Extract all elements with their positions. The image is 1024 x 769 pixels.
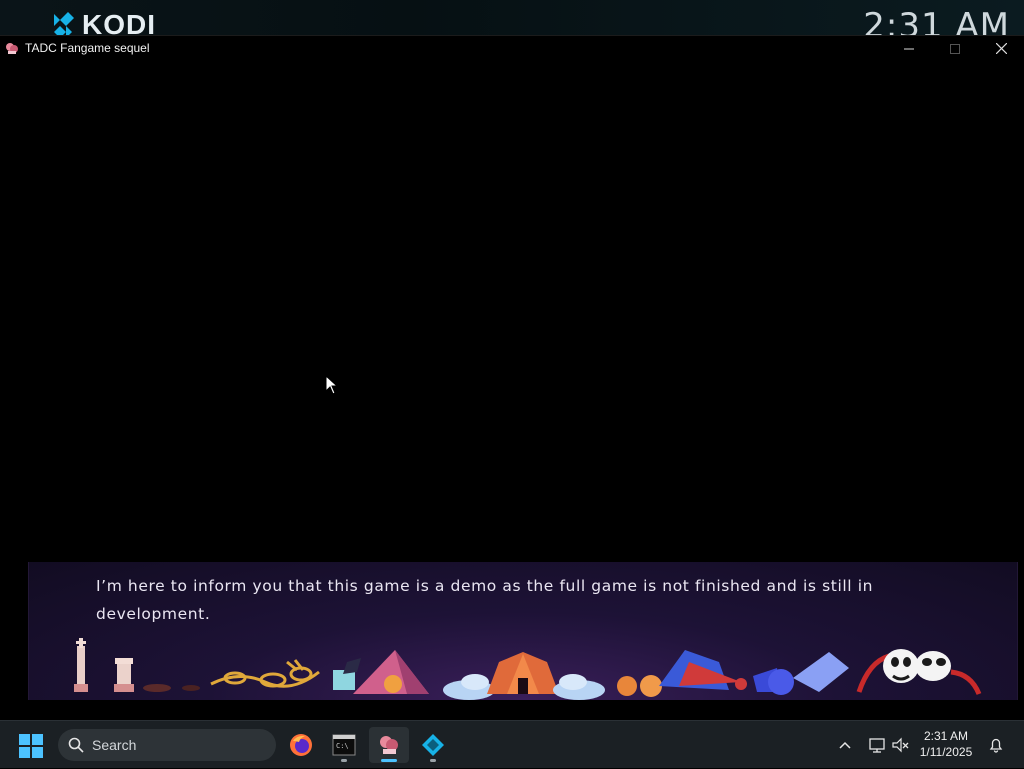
taskbar-app-tadc-fangame[interactable]: [369, 727, 409, 763]
minimize-icon: [904, 48, 914, 49]
taskbar: Search C:\ 2:31 AM 1/11/2025: [0, 720, 1024, 768]
close-icon: [995, 43, 1007, 54]
window-controls: [886, 36, 1024, 61]
comedy-tragedy-masks-icon: [856, 649, 982, 696]
network-status[interactable]: [867, 735, 887, 755]
golden-chain-icon: [210, 659, 320, 688]
chess-rook-icon: [114, 658, 134, 692]
toy-box-icon: [333, 658, 361, 690]
kodi-logo: KODI: [50, 9, 156, 37]
kodi-background: KODI 2:31 AM: [0, 0, 1024, 36]
volume-muted-icon: [892, 737, 909, 753]
taskbar-search-box[interactable]: Search: [58, 729, 276, 761]
circus-tent-icon: [443, 652, 605, 700]
show-hidden-icons-button[interactable]: [835, 735, 855, 755]
clock-date: 1/11/2025: [919, 745, 973, 759]
circus-props-decoration: [74, 638, 982, 700]
network-icon: [869, 738, 885, 753]
tadc-game-icon: [380, 736, 398, 754]
window-title: TADC Fangame sequel: [25, 41, 150, 55]
volume-status[interactable]: [891, 735, 911, 755]
taskbar-app-terminal[interactable]: C:\: [324, 727, 364, 763]
kodi-clock: 2:31 AM: [863, 6, 1010, 36]
terminal-icon: C:\: [332, 734, 356, 756]
chess-king-icon: [74, 638, 88, 692]
search-icon: [68, 737, 84, 753]
kodi-logo-icon: [54, 12, 74, 36]
firefox-icon: [290, 734, 312, 756]
windows-logo-icon: [19, 734, 43, 758]
kodi-logo-text: KODI: [82, 9, 156, 37]
pyramid-tent-icon: [353, 650, 429, 694]
taskbar-clock[interactable]: 2:31 AM 1/11/2025: [910, 728, 982, 760]
start-button[interactable]: [18, 733, 44, 759]
debris-icon: [182, 685, 200, 691]
minimize-button[interactable]: [886, 36, 932, 61]
game-canvas[interactable]: I’m here to inform you that this game is…: [0, 60, 1024, 710]
clock-time: 2:31 AM: [923, 729, 969, 743]
debris-icon: [143, 684, 171, 692]
window-titlebar[interactable]: TADC Fangame sequel: [0, 35, 1024, 60]
dialog-banner[interactable]: I’m here to inform you that this game is…: [28, 562, 1018, 700]
active-indicator: [381, 759, 397, 762]
notification-bell-icon: [989, 738, 1003, 753]
tadc-app-icon: [6, 43, 18, 54]
maximize-icon: [950, 43, 960, 54]
search-label: Search: [92, 737, 137, 753]
taskbar-app-kodi[interactable]: [413, 727, 453, 763]
notifications-button[interactable]: [986, 735, 1006, 755]
running-indicator: [430, 759, 436, 762]
blue-candy-icon: [753, 652, 849, 695]
taskbar-app-firefox[interactable]: [281, 727, 321, 763]
dialog-text: I’m here to inform you that this game is…: [96, 577, 874, 623]
kodi-icon: [422, 734, 444, 756]
maximize-button[interactable]: [932, 36, 978, 61]
jester-hat-icon: [617, 650, 747, 697]
chevron-up-icon: [839, 741, 851, 749]
close-button[interactable]: [978, 36, 1024, 61]
mouse-cursor-icon: [326, 376, 338, 395]
running-indicator: [341, 759, 347, 762]
game-window: TADC Fangame sequel I’m here to inform y…: [0, 35, 1024, 710]
svg-text:C:\: C:\: [336, 742, 349, 750]
